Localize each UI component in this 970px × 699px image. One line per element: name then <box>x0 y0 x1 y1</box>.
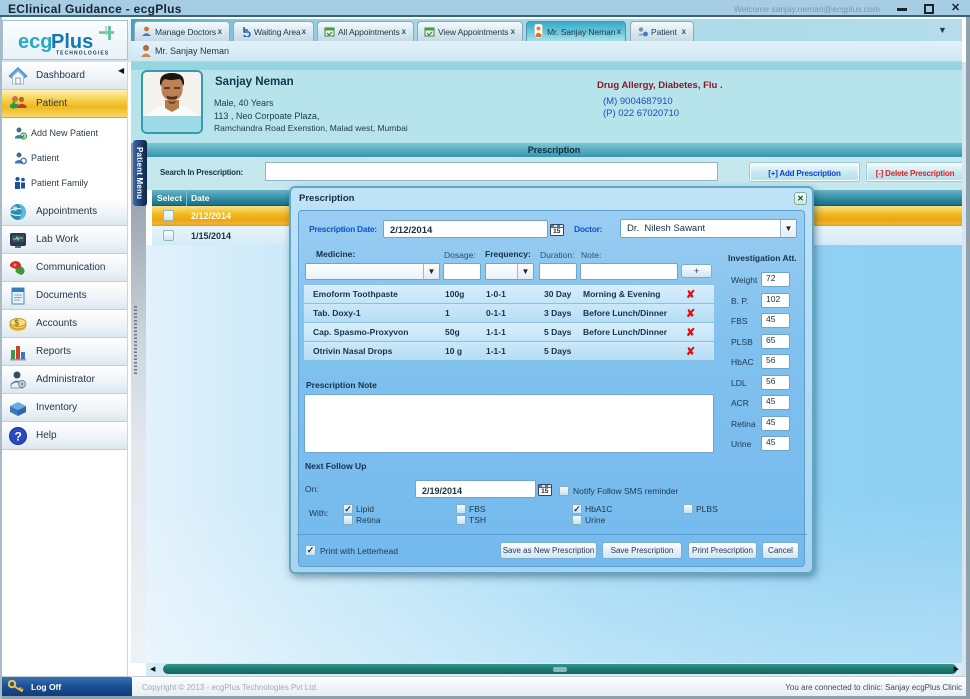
svg-text:TECHNOLOGIES: TECHNOLOGIES <box>56 51 109 57</box>
svg-text:?: ? <box>15 430 22 444</box>
svg-text:ecg: ecg <box>18 31 52 53</box>
svg-text:$: $ <box>15 319 20 328</box>
